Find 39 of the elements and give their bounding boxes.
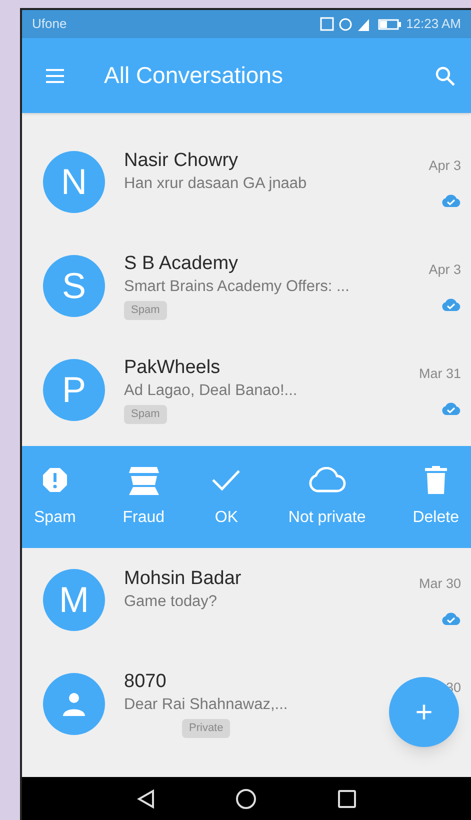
back-icon[interactable] <box>136 788 154 808</box>
tag-label: Private <box>182 719 230 738</box>
message-preview: Game today? <box>124 592 218 612</box>
recents-icon[interactable] <box>336 788 356 808</box>
battery-icon <box>378 18 402 30</box>
clock: 12:23 AM <box>406 15 461 34</box>
action-button[interactable]: Spam <box>34 464 76 530</box>
action-button[interactable]: Delete <box>412 464 459 530</box>
app-title: All Conversations <box>104 61 283 90</box>
avatar: P <box>43 359 105 421</box>
tag-label: Spam <box>124 301 167 320</box>
avatar: S <box>43 255 105 317</box>
person-icon <box>61 691 87 717</box>
message-preview: Smart Brains Academy Offers: ... <box>124 277 350 298</box>
contact-name: Nasir Chowry <box>124 149 238 173</box>
avatar: N <box>43 151 105 213</box>
action-button[interactable]: Not private <box>288 464 366 530</box>
cloud-icon <box>307 467 348 493</box>
contact-name: PakWheels <box>124 356 220 380</box>
action-button[interactable]: OK <box>211 464 242 530</box>
message-preview: Ad Lagao, Deal Banao!... <box>124 381 298 402</box>
message-preview: Han xrur dasaan GA jnaab <box>124 174 307 194</box>
action-button[interactable]: Fraud <box>122 464 165 530</box>
avatar: M <box>43 569 105 631</box>
message-date: Mar 30 <box>418 575 461 593</box>
message-date: Apr 3 <box>428 157 461 175</box>
trash-icon <box>424 466 447 494</box>
warning-icon <box>42 467 68 493</box>
message-preview: Dear Rai Shahnawaz,... <box>124 695 288 716</box>
signal-icon <box>358 18 370 30</box>
contact-name: S B Academy <box>124 252 238 276</box>
contact-name: 8070 <box>124 670 166 694</box>
message-date: Apr 3 <box>428 261 461 279</box>
carrier-label: Ufone <box>32 15 67 34</box>
message-date: Mar 31 <box>418 365 461 383</box>
home-icon[interactable] <box>234 788 256 810</box>
checkmark-icon <box>211 469 242 491</box>
contact-name: Mohsin Badar <box>124 567 242 591</box>
tag-label: Spam <box>124 405 167 424</box>
